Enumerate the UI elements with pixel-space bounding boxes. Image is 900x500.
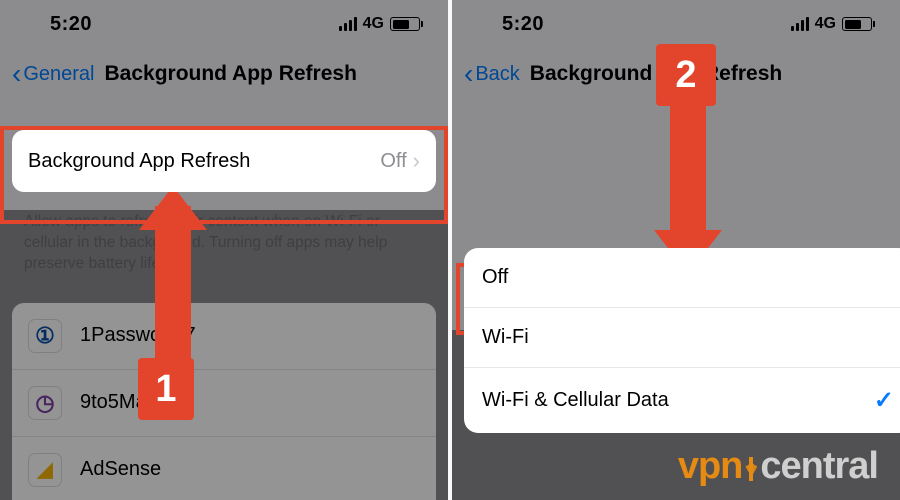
option-wifi-cellular[interactable]: Wi-Fi & Cellular Data ✓ bbox=[464, 368, 900, 433]
signal-icon bbox=[791, 17, 809, 31]
status-time: 5:20 bbox=[502, 13, 544, 36]
app-name: 1Password 7 bbox=[80, 324, 196, 347]
status-time: 5:20 bbox=[50, 13, 92, 36]
option-label: Wi-Fi bbox=[482, 326, 529, 349]
row-label: Background App Refresh bbox=[28, 150, 250, 173]
app-icon: ◢ bbox=[28, 453, 62, 487]
screenshot-stage: 5:20 4G ‹ General Background App Refresh… bbox=[0, 0, 900, 500]
back-label: Back bbox=[475, 63, 519, 86]
phone-left: 5:20 4G ‹ General Background App Refresh… bbox=[0, 0, 448, 500]
network-label: 4G bbox=[363, 15, 384, 33]
option-label: Off bbox=[482, 266, 508, 289]
checkmark-icon: ✓ bbox=[874, 386, 894, 415]
chevron-left-icon: ‹ bbox=[464, 60, 473, 88]
chevron-right-icon: › bbox=[413, 148, 420, 174]
app-row[interactable]: ◷ 9to5Mac bbox=[12, 370, 436, 437]
app-name: 9to5Mac bbox=[80, 391, 157, 414]
page-title: Background App Refresh bbox=[530, 62, 782, 86]
battery-icon bbox=[842, 17, 872, 31]
back-button[interactable]: ‹ General bbox=[12, 60, 94, 88]
status-bar: 5:20 4G bbox=[452, 0, 900, 48]
status-bar: 5:20 4G bbox=[0, 0, 448, 48]
app-list: ① 1Password 7 ◷ 9to5Mac ◢ AdSense a Airt… bbox=[12, 303, 436, 500]
status-right: 4G bbox=[339, 15, 420, 33]
option-wifi[interactable]: Wi-Fi bbox=[464, 308, 900, 368]
background-app-refresh-row[interactable]: Background App Refresh Off › bbox=[12, 130, 436, 192]
nav-bar: ‹ Back Background App Refresh bbox=[452, 48, 900, 100]
main-setting-group: Background App Refresh Off › bbox=[12, 130, 436, 192]
back-button[interactable]: ‹ Back bbox=[464, 60, 520, 88]
signal-icon bbox=[339, 17, 357, 31]
option-off[interactable]: Off bbox=[464, 248, 900, 308]
row-value-wrap: Off › bbox=[380, 148, 420, 174]
options-sheet: Off Wi-Fi Wi-Fi & Cellular Data ✓ bbox=[464, 248, 900, 433]
app-icon: ① bbox=[28, 319, 62, 353]
back-label: General bbox=[23, 63, 94, 86]
status-right: 4G bbox=[791, 15, 872, 33]
page-title: Background App Refresh bbox=[104, 62, 356, 86]
nav-bar: ‹ General Background App Refresh bbox=[0, 48, 448, 100]
app-icon: ◷ bbox=[28, 386, 62, 420]
option-label: Wi-Fi & Cellular Data bbox=[482, 389, 669, 412]
app-name: AdSense bbox=[80, 458, 161, 481]
app-row[interactable]: ◢ AdSense bbox=[12, 437, 436, 500]
phone-right: 5:20 4G ‹ Back Background App Refresh Of… bbox=[452, 0, 900, 500]
network-label: 4G bbox=[815, 15, 836, 33]
battery-icon bbox=[390, 17, 420, 31]
help-text: Allow apps to refresh their content when… bbox=[0, 202, 448, 293]
row-value: Off bbox=[380, 150, 406, 173]
app-row[interactable]: ① 1Password 7 bbox=[12, 303, 436, 370]
chevron-left-icon: ‹ bbox=[12, 60, 21, 88]
